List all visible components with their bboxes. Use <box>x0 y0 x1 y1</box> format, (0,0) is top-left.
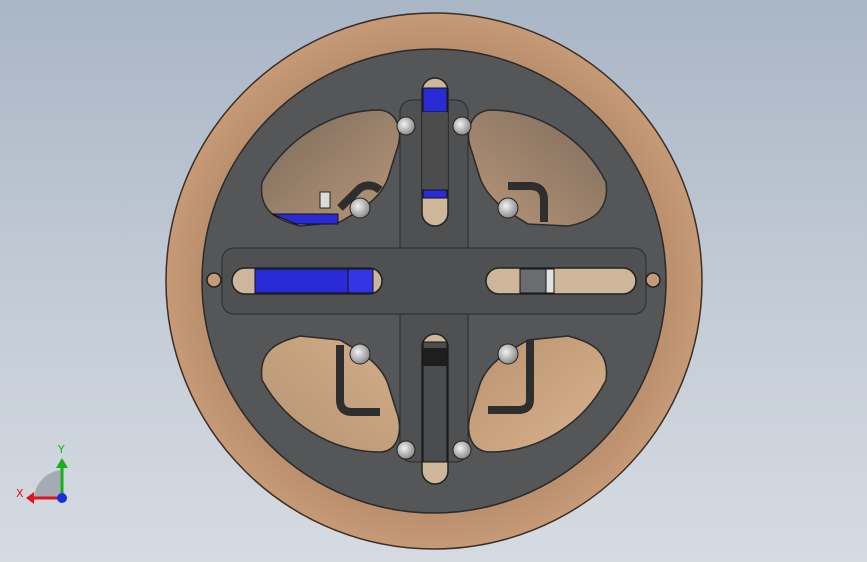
screw[interactable] <box>497 197 519 219</box>
graphics-viewport[interactable]: X Y <box>0 0 867 562</box>
slider-top[interactable] <box>422 87 448 113</box>
orientation-triad[interactable] <box>26 458 68 504</box>
arm-top-left-post <box>319 191 331 209</box>
hole-right <box>645 272 661 288</box>
slider-bottom-cap <box>423 348 447 366</box>
slider-top-shaft <box>423 112 447 190</box>
screw[interactable] <box>349 343 371 365</box>
screw[interactable] <box>396 116 416 136</box>
triad-plane-icon <box>34 470 62 498</box>
slider-left-end <box>347 268 374 294</box>
slot-right <box>485 267 637 295</box>
slider-right-face <box>545 268 555 294</box>
hole-left <box>206 272 222 288</box>
y-axis-label: Y <box>58 443 65 456</box>
slider-top-foot <box>422 189 448 199</box>
z-axis-dot-icon <box>57 493 67 503</box>
assembly-model[interactable] <box>0 0 867 562</box>
y-axis-arrowhead-icon <box>56 458 68 468</box>
screw[interactable] <box>452 116 472 136</box>
x-axis-label: X <box>16 487 24 500</box>
screw[interactable] <box>396 440 416 460</box>
screw[interactable] <box>497 343 519 365</box>
screw[interactable] <box>349 197 371 219</box>
screw[interactable] <box>452 440 472 460</box>
x-axis-arrowhead-icon <box>26 492 34 504</box>
